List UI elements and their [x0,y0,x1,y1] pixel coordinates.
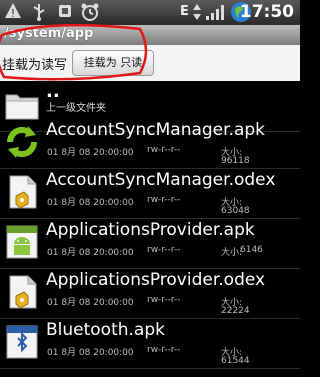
file-permissions: rw-r--r-- [147,245,181,255]
file-row[interactable]: AccountSyncManager.apk 01 8月 08 20:00:00… [0,118,300,169]
chip-icon [56,2,74,22]
file-name: Bluetooth.apk [46,320,165,340]
bluetooth-apk-icon [4,324,40,360]
file-permissions: rw-r--r-- [147,195,181,205]
alarm-icon [80,2,100,22]
file-name: AccountSyncManager.apk [46,120,266,140]
file-date: 01 8月 08 20:00:00 [47,198,134,208]
highlight-annotation [0,23,148,81]
android-apk-icon [4,224,40,260]
file-row[interactable]: ApplicationsProvider.apk 01 8月 08 20:00:… [0,218,300,269]
odex-file-icon [4,174,40,210]
svg-text:!: ! [11,7,15,20]
file-permissions: rw-r--r-- [147,295,181,305]
file-date: 01 8月 08 20:00:00 [47,148,134,158]
file-row[interactable]: AccountSyncManager.odex 01 8月 08 20:00:0… [0,168,300,219]
file-size: 6146 [240,245,263,255]
sync-apk-icon [4,124,40,160]
signal-icon [205,2,227,22]
parent-folder-desc: 上一级文件夹 [46,103,106,114]
file-permissions: rw-r--r-- [147,145,181,155]
file-size: 96118 [221,156,250,166]
network-type-label: E [180,4,189,19]
file-row[interactable]: Bluetooth.apk 01 8月 08 20:00:00 rw-r--r-… [0,318,300,369]
file-row[interactable]: ApplicationsProvider.odex 01 8月 08 20:00… [0,268,300,319]
file-name: AccountSyncManager.odex [46,170,276,190]
file-date: 01 8月 08 20:00:00 [47,248,134,258]
odex-file-icon [4,274,40,310]
file-size: 63048 [221,206,250,216]
file-size: 61544 [221,356,250,366]
file-date: 01 8月 08 20:00:00 [47,298,134,308]
file-name: ApplicationsProvider.odex [46,270,266,290]
file-date: 01 8月 08 20:00:00 [47,348,134,358]
file-size: 22224 [221,306,250,316]
file-size-label: 大小: [221,248,243,258]
warning-icon: ! [4,2,22,22]
sync-icon [192,2,202,22]
clock-time: 17:50 [239,2,294,22]
usb-icon [32,2,46,22]
file-name: ApplicationsProvider.apk [46,220,255,240]
file-permissions: rw-r--r-- [147,345,181,355]
